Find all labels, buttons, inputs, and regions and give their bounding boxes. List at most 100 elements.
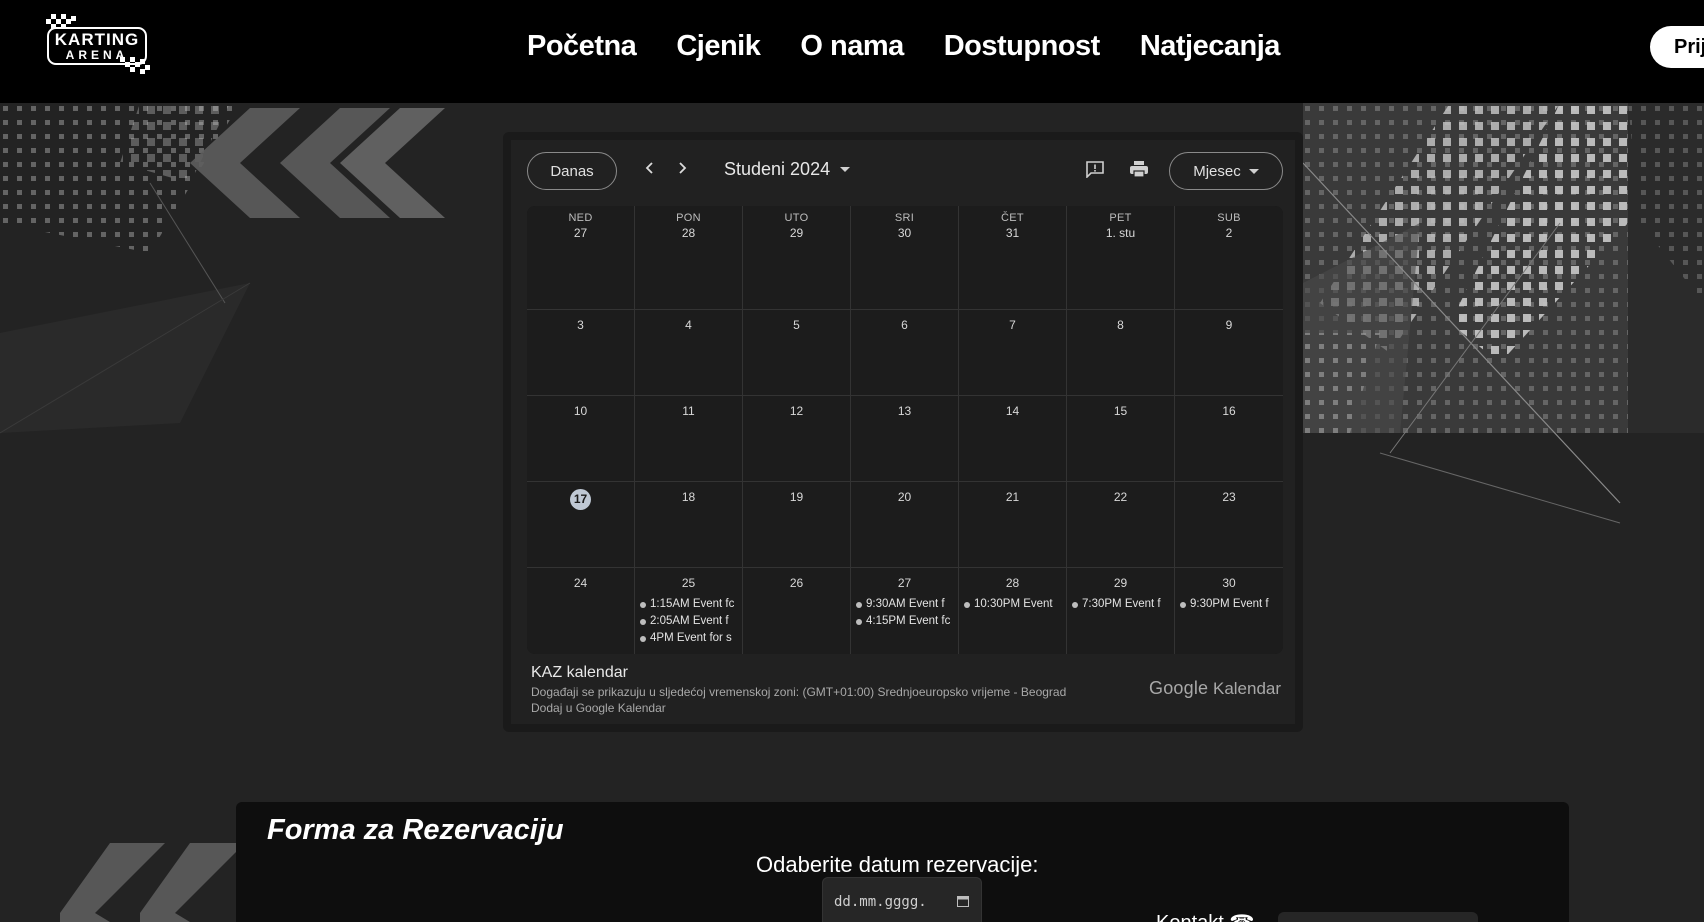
day-number[interactable]: 11 — [682, 404, 694, 418]
day-cell[interactable]: 26 — [743, 568, 851, 654]
month-grid: NED 27 PON 28 UTO 29 SRI 30 ČET 31 PET 1. stu SUB 2 3 4… — [527, 206, 1283, 654]
day-cell[interactable]: NED 27 — [527, 206, 635, 310]
view-selector-button[interactable]: Mjesec — [1169, 152, 1283, 190]
day-cell[interactable]: 18 — [635, 482, 743, 568]
day-number[interactable]: 29 — [790, 226, 803, 240]
calendar-toolbar: Danas Studeni 2024 Mjesec — [511, 140, 1295, 196]
day-number[interactable]: 14 — [1006, 404, 1019, 418]
karting-arena-logo[interactable]: KARTING ARENA — [44, 11, 152, 74]
day-cell[interactable]: 30 9:30PM Event f — [1175, 568, 1283, 654]
nav-natjecanja[interactable]: Natjecanja — [1140, 30, 1281, 63]
day-cell[interactable]: 6 — [851, 310, 959, 396]
day-cell[interactable]: 12 — [743, 396, 851, 482]
day-cell[interactable]: 10 — [527, 396, 635, 482]
day-cell[interactable]: 28 10:30PM Event — [959, 568, 1067, 654]
day-cell[interactable]: 29 7:30PM Event f — [1067, 568, 1175, 654]
date-input[interactable]: dd.mm.gggg. — [822, 877, 982, 922]
day-number[interactable]: 6 — [901, 318, 908, 332]
day-number[interactable]: 18 — [682, 490, 695, 504]
day-number[interactable]: 9 — [1226, 318, 1233, 332]
day-number[interactable]: 30 — [1222, 576, 1235, 590]
calendar-event[interactable]: 2:05AM Event f — [640, 613, 742, 630]
add-to-google-calendar-link[interactable]: Dodaj u Google Kalendar — [531, 701, 1281, 715]
form-title: Forma za Rezervaciju — [267, 814, 564, 846]
day-number[interactable]: 28 — [1006, 576, 1019, 590]
day-number[interactable]: 12 — [790, 404, 803, 418]
day-number[interactable]: 10 — [574, 404, 587, 418]
day-number[interactable]: 20 — [898, 490, 911, 504]
day-cell[interactable]: 25 1:15AM Event fc 2:05AM Event f 4PM Event… — [635, 568, 743, 654]
calendar-event[interactable]: 9:30PM Event f — [1180, 596, 1283, 613]
today-day-number[interactable]: 17 — [570, 489, 591, 510]
nav-dostupnost[interactable]: Dostupnost — [944, 30, 1101, 63]
day-number[interactable]: 22 — [1114, 490, 1127, 504]
day-number[interactable]: 27 — [898, 576, 911, 590]
day-number[interactable]: 30 — [898, 226, 911, 240]
google-calendar-brand[interactable]: Google Kalendar — [1149, 678, 1281, 699]
calendar-event[interactable]: 4:15PM Event fc — [856, 613, 958, 630]
day-cell[interactable]: 21 — [959, 482, 1067, 568]
day-number[interactable]: 28 — [682, 226, 695, 240]
day-cell[interactable]: 11 — [635, 396, 743, 482]
nav-cjenik[interactable]: Cjenik — [676, 30, 761, 63]
day-cell[interactable]: 15 — [1067, 396, 1175, 482]
day-cell[interactable]: 24 — [527, 568, 635, 654]
day-number[interactable]: 29 — [1114, 576, 1127, 590]
day-cell[interactable]: UTO 29 — [743, 206, 851, 310]
day-cell[interactable]: 13 — [851, 396, 959, 482]
day-number[interactable]: 5 — [793, 318, 800, 332]
calendar-event[interactable]: 7:30PM Event f — [1072, 596, 1174, 613]
day-cell[interactable]: 3 — [527, 310, 635, 396]
day-number[interactable]: 21 — [1006, 490, 1019, 504]
day-number[interactable]: 13 — [898, 404, 911, 418]
day-number[interactable]: 16 — [1222, 404, 1235, 418]
login-button[interactable]: Prij — [1650, 26, 1704, 68]
print-icon[interactable] — [1129, 160, 1149, 183]
calendar-event[interactable]: 1:15AM Event fc — [640, 596, 742, 613]
today-button[interactable]: Danas — [527, 152, 617, 190]
day-cell[interactable]: 20 — [851, 482, 959, 568]
day-cell[interactable]: SRI 30 — [851, 206, 959, 310]
day-cell[interactable]: PON 28 — [635, 206, 743, 310]
day-cell[interactable]: 8 — [1067, 310, 1175, 396]
day-cell[interactable]: 14 — [959, 396, 1067, 482]
calendar-event[interactable]: 10:30PM Event — [964, 596, 1066, 613]
calendar-event[interactable]: 9:30AM Event f — [856, 596, 958, 613]
day-number[interactable]: 25 — [682, 576, 695, 590]
day-number[interactable]: 31 — [1006, 226, 1019, 240]
day-number[interactable]: 19 — [790, 490, 803, 504]
day-cell[interactable]: 23 — [1175, 482, 1283, 568]
day-cell[interactable]: 19 — [743, 482, 851, 568]
feedback-icon[interactable] — [1085, 160, 1105, 183]
day-number[interactable]: 26 — [790, 576, 803, 590]
day-cell[interactable]: 16 — [1175, 396, 1283, 482]
day-cell[interactable]: 17 — [527, 482, 635, 568]
day-cell[interactable]: PET 1. stu — [1067, 206, 1175, 310]
chevron-right-icon[interactable] — [676, 160, 688, 178]
day-number[interactable]: 8 — [1117, 318, 1124, 332]
day-cell[interactable]: 4 — [635, 310, 743, 396]
day-cell[interactable]: 7 — [959, 310, 1067, 396]
day-number[interactable]: 2 — [1226, 226, 1233, 240]
day-cell[interactable]: 27 9:30AM Event f 4:15PM Event fc — [851, 568, 959, 654]
day-number[interactable]: 23 — [1222, 490, 1235, 504]
day-cell[interactable]: ČET 31 — [959, 206, 1067, 310]
calendar-icon[interactable] — [957, 895, 969, 911]
day-number[interactable]: 27 — [574, 226, 587, 240]
day-cell[interactable]: 9 — [1175, 310, 1283, 396]
nav-o-nama[interactable]: O nama — [800, 30, 904, 63]
day-number[interactable]: 3 — [577, 318, 584, 332]
day-cell[interactable]: 22 — [1067, 482, 1175, 568]
day-number[interactable]: 15 — [1114, 404, 1127, 418]
calendar-event[interactable]: 4PM Event for s — [640, 630, 742, 647]
day-cell[interactable]: 5 — [743, 310, 851, 396]
day-number[interactable]: 4 — [685, 318, 692, 332]
day-number[interactable]: 1. stu — [1106, 226, 1135, 240]
chevron-left-icon[interactable] — [644, 160, 656, 178]
nav-pocetna[interactable]: Početna — [527, 30, 637, 63]
day-cell[interactable]: SUB 2 — [1175, 206, 1283, 310]
day-number[interactable]: 7 — [1009, 318, 1016, 332]
kontakt-input[interactable] — [1278, 912, 1478, 922]
month-selector[interactable]: Studeni 2024 — [724, 159, 851, 180]
day-number[interactable]: 24 — [574, 576, 587, 590]
